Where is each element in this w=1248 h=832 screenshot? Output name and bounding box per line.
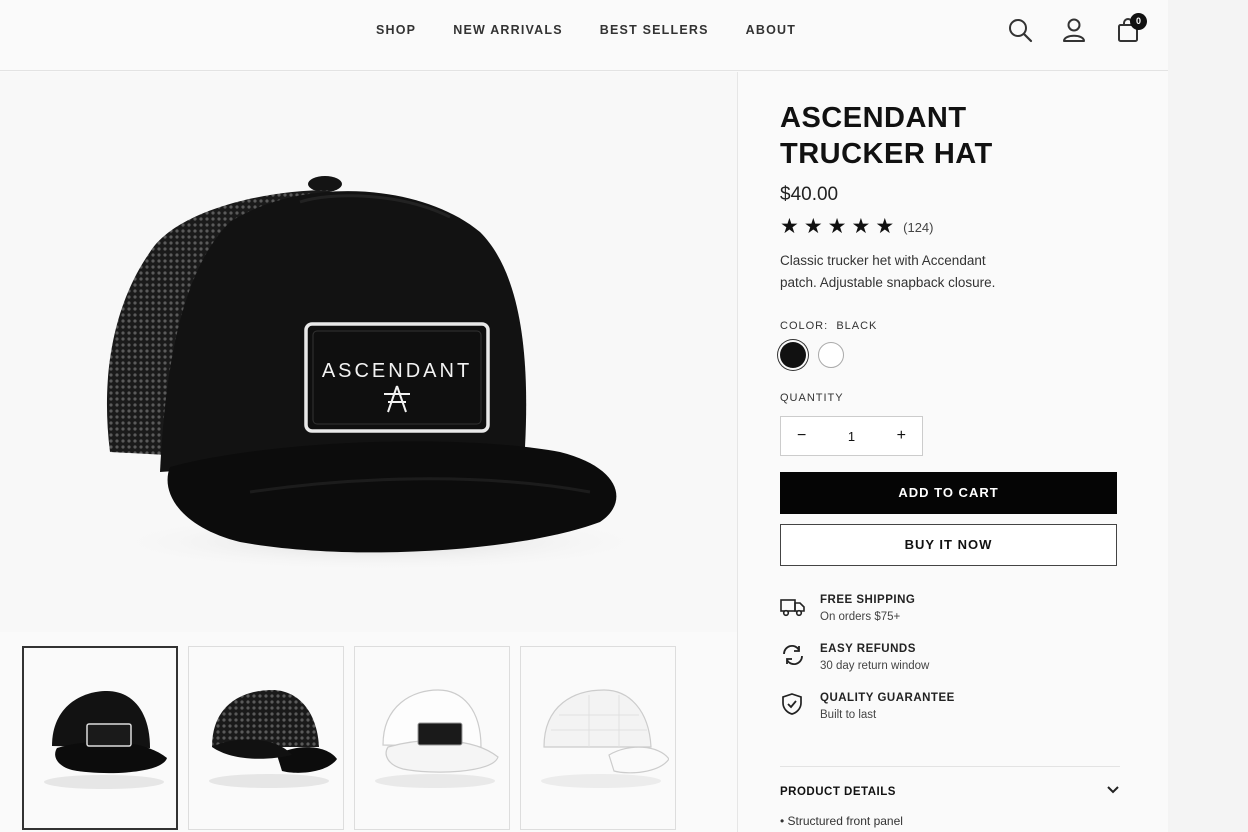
quantity-stepper: − 1 + xyxy=(780,416,923,456)
column-divider xyxy=(737,72,738,832)
color-swatches xyxy=(780,342,1120,368)
product-rating[interactable]: ★ ★ ★ ★ ★ (124) xyxy=(780,216,1120,238)
thumbnail-black-front[interactable] xyxy=(22,646,178,830)
add-to-cart-button[interactable]: ADD TO CART xyxy=(780,472,1117,514)
product-details-accordion: PRODUCT DETAILS • Structured front panel xyxy=(780,766,1120,828)
color-value: BLACK xyxy=(836,320,878,332)
account-icon[interactable] xyxy=(1060,16,1088,44)
quantity-decrease-button[interactable]: − xyxy=(797,427,806,445)
refresh-icon xyxy=(780,643,806,667)
perk-title: QUALITY GUARANTEE xyxy=(820,692,955,704)
perk-title: EASY REFUNDS xyxy=(820,643,916,655)
site-header: SHOP NEW ARRIVALS BEST SELLERS ABOUT 0 xyxy=(0,0,1168,71)
perks-list: FREE SHIPPING On orders $75+ EASY REFUND… xyxy=(780,594,1120,721)
cart-count-badge: 0 xyxy=(1130,13,1147,30)
quantity-value[interactable]: 1 xyxy=(848,429,855,444)
color-label: COLOR: BLACK xyxy=(780,320,1120,332)
header-icons: 0 xyxy=(1006,13,1147,44)
star-icon: ★ xyxy=(851,215,871,238)
product-title: ASCENDANT TRUCKER HAT xyxy=(780,100,1120,172)
product-details-heading: PRODUCT DETAILS xyxy=(780,785,896,798)
buy-it-now-button[interactable]: BUY IT NOW xyxy=(780,524,1117,566)
chevron-down-icon[interactable] xyxy=(1106,785,1120,798)
nav-new-arrivals[interactable]: NEW ARRIVALS xyxy=(453,23,563,37)
search-icon[interactable] xyxy=(1006,16,1034,44)
quantity-increase-button[interactable]: + xyxy=(897,427,906,445)
star-icon: ★ xyxy=(780,215,799,238)
thumbnail-strip xyxy=(22,646,676,830)
star-icon: ★ xyxy=(827,215,847,238)
cart-icon[interactable]: 0 xyxy=(1114,13,1147,44)
product-title-line2: TRUCKER HAT xyxy=(780,138,993,170)
product-details-toggle[interactable]: PRODUCT DETAILS xyxy=(780,785,1120,798)
quantity-label: QUANTITY xyxy=(780,392,844,404)
shield-icon xyxy=(780,692,806,716)
product-title-line1: ASCENDANT xyxy=(780,102,967,134)
perk-quality-guarantee: QUALITY GUARANTEE Built to last xyxy=(780,692,1120,721)
product-price: $40.00 xyxy=(780,184,839,205)
thumbnail-black-back[interactable] xyxy=(188,646,344,830)
trucker-hat-image: ASCENDANT xyxy=(100,176,660,572)
color-label-text: COLOR: xyxy=(780,320,829,332)
swatch-white[interactable] xyxy=(818,342,844,368)
thumbnail-white-back[interactable] xyxy=(520,646,676,830)
product-description: Classic trucker het with Accendant patch… xyxy=(780,253,996,290)
main-product-image[interactable]: ASCENDANT xyxy=(0,72,737,632)
page-background-gutter xyxy=(1168,0,1248,832)
perk-easy-refunds: EASY REFUNDS 30 day return window xyxy=(780,643,1120,672)
star-icon: ★ xyxy=(875,215,895,238)
perk-free-shipping: FREE SHIPPING On orders $75+ xyxy=(780,594,1120,623)
perk-subtitle: Built to last xyxy=(820,709,877,721)
star-icon: ★ xyxy=(803,215,823,238)
nav-about[interactable]: ABOUT xyxy=(746,23,796,37)
main-nav: SHOP NEW ARRIVALS BEST SELLERS ABOUT xyxy=(376,23,833,37)
hat-patch-text: ASCENDANT xyxy=(322,360,472,382)
thumbnail-white-front[interactable] xyxy=(354,646,510,830)
product-page: SHOP NEW ARRIVALS BEST SELLERS ABOUT 0 A… xyxy=(0,0,1168,832)
perk-title: FREE SHIPPING xyxy=(820,594,916,606)
swatch-black[interactable] xyxy=(780,342,806,368)
perk-subtitle: On orders $75+ xyxy=(820,611,901,623)
nav-shop[interactable]: SHOP xyxy=(376,23,416,37)
color-selector: COLOR: BLACK xyxy=(780,320,1120,368)
nav-best-sellers[interactable]: BEST SELLERS xyxy=(600,23,709,37)
truck-icon xyxy=(780,594,806,618)
perk-subtitle: 30 day return window xyxy=(820,660,930,672)
details-list-item: • Structured front panel xyxy=(780,814,903,828)
product-info: ASCENDANT TRUCKER HAT $40.00 ★ ★ ★ ★ ★ (… xyxy=(780,100,1120,741)
review-count[interactable]: (124) xyxy=(903,220,933,235)
